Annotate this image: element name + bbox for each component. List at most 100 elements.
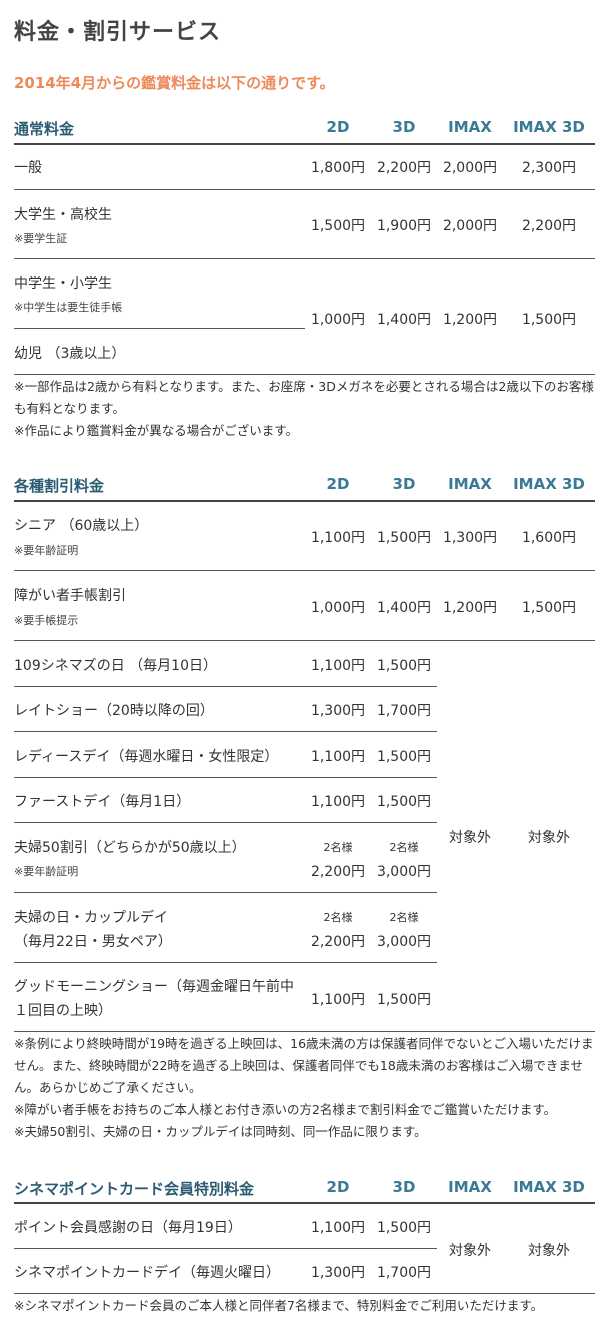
row-divider	[14, 570, 595, 571]
price-cell: 1,200円	[442, 312, 498, 328]
row-divider	[14, 892, 437, 893]
price-cell: 2,000円	[442, 160, 498, 176]
column-header-2d: 2D	[326, 475, 350, 493]
price-cell: 1,300円	[310, 1265, 366, 1281]
column-header-3d: 3D	[392, 1178, 416, 1196]
quantity-label: 2名様	[323, 911, 353, 924]
row-note: ※要学生証	[14, 232, 68, 245]
price-cell: 1,900円	[376, 218, 432, 234]
quantity-label: 2名様	[389, 841, 419, 854]
row-divider	[14, 1293, 595, 1294]
price-cell: 2,300円	[521, 160, 577, 176]
footnote: ※障がい者手帳をお持ちのご本人様とお付き添いの方2名様まで割引料金でご鑑賞いただ…	[14, 1102, 557, 1117]
price-cell: 1,100円	[310, 794, 366, 810]
price-cell: 2,200円	[521, 218, 577, 234]
price-cell: 3,000円	[376, 934, 432, 950]
row-label: 109シネマズの日 （毎月10日）	[14, 658, 217, 674]
row-divider	[14, 1248, 437, 1249]
row-label: 幼児 （3歳以上）	[14, 346, 126, 362]
column-header-imax-3d: IMAX 3D	[513, 118, 585, 136]
price-cell: 1,600円	[521, 530, 577, 546]
subtitle: 2014年4月からの鑑賞料金は以下の通りです。	[14, 74, 335, 92]
row-note: ※要年齢証明	[14, 544, 79, 557]
header-divider	[14, 500, 595, 502]
row-divider	[14, 189, 595, 190]
price-cell: 1,500円	[376, 1220, 432, 1236]
price-cell: 1,000円	[310, 600, 366, 616]
row-label: 夫婦50割引（どちらかが50歳以上）	[14, 840, 246, 856]
price-cell: 1,100円	[310, 1220, 366, 1236]
quantity-label: 2名様	[323, 841, 353, 854]
row-label: ファーストデイ（毎月1日）	[14, 794, 191, 810]
row-label: レイトショー（20時以降の回）	[14, 703, 214, 719]
price-cell: 1,000円	[310, 312, 366, 328]
column-header-2d: 2D	[326, 118, 350, 136]
row-label: シネマポイントカードデイ（毎週火曜日）	[14, 1265, 280, 1281]
header-divider	[14, 1202, 595, 1204]
section-title: 通常料金	[14, 120, 75, 138]
row-label: 夫婦の日・カップルデイ	[14, 910, 168, 926]
row-label: グッドモーニングショー（毎週金曜日午前中	[14, 979, 294, 995]
price-cell: 1,500円	[376, 749, 432, 765]
column-header-3d: 3D	[392, 475, 416, 493]
not-applicable-imax: 対象外	[449, 1243, 491, 1259]
price-cell: 1,800円	[310, 160, 366, 176]
row-label-line2: （毎月22日・男女ペア）	[14, 934, 172, 950]
price-cell: 2,200円	[310, 934, 366, 950]
price-cell: 1,700円	[376, 1265, 432, 1281]
price-cell: 1,300円	[442, 530, 498, 546]
header-divider	[14, 143, 595, 145]
row-label: ポイント会員感謝の日（毎月19日）	[14, 1220, 242, 1236]
row-divider	[14, 328, 305, 329]
price-cell: 1,100円	[310, 658, 366, 674]
price-cell: 2,200円	[310, 864, 366, 880]
row-note: ※要手帳提示	[14, 614, 79, 627]
row-note: ※要年齢証明	[14, 865, 79, 878]
row-label: シニア （60歳以上）	[14, 518, 149, 534]
column-header-imax: IMAX	[448, 118, 492, 136]
row-divider	[14, 686, 437, 687]
row-divider	[14, 1031, 595, 1032]
price-cell: 1,500円	[376, 530, 432, 546]
price-cell: 1,500円	[376, 658, 432, 674]
price-cell: 1,700円	[376, 703, 432, 719]
row-divider	[14, 822, 437, 823]
footnote: ※夫婦50割引、夫婦の日・カップルデイは同時刻、同一作品に限ります。	[14, 1124, 427, 1139]
row-note: ※中学生は要生徒手帳	[14, 301, 123, 314]
row-label: 大学生・高校生	[14, 207, 112, 223]
row-divider	[14, 731, 437, 732]
column-header-imax: IMAX	[448, 475, 492, 493]
page-title: 料金・割引サービス	[14, 20, 222, 45]
column-header-3d: 3D	[392, 118, 416, 136]
row-divider	[14, 258, 595, 259]
row-label: 一般	[14, 160, 42, 176]
price-cell: 1,500円	[521, 312, 577, 328]
footnote: ※作品により鑑賞料金が異なる場合がございます。	[14, 423, 298, 438]
row-divider	[14, 777, 437, 778]
footnote: ※条例により終映時間が19時を過ぎる上映回は、16歳未満の方は保護者同伴でないと…	[14, 1036, 594, 1095]
footnote: ※一部作品は2歳から有料となります。また、お座席・3Dメガネを必要とされる場合は…	[14, 379, 594, 416]
not-applicable-imax: 対象外	[449, 830, 491, 846]
quantity-label: 2名様	[389, 911, 419, 924]
column-header-imax-3d: IMAX 3D	[513, 1178, 585, 1196]
row-label: 中学生・小学生	[14, 276, 112, 292]
not-applicable-imax-3d: 対象外	[528, 1243, 570, 1259]
row-label: 障がい者手帳割引	[14, 588, 126, 604]
row-label-line2: １回目の上映）	[14, 1003, 112, 1019]
column-header-imax: IMAX	[448, 1178, 492, 1196]
row-divider	[14, 962, 437, 963]
price-cell: 1,200円	[442, 600, 498, 616]
price-cell: 2,000円	[442, 218, 498, 234]
footnote: ※シネマポイントカード会員のご本人様と同伴者7名様まで、特別料金でご利用いただけ…	[14, 1298, 544, 1313]
row-divider	[14, 374, 595, 375]
section-title: 各種割引料金	[14, 477, 105, 495]
section-title: シネマポイントカード会員特別料金	[14, 1180, 255, 1198]
row-divider	[14, 640, 595, 641]
price-cell: 1,500円	[376, 992, 432, 1008]
price-cell: 2,200円	[376, 160, 432, 176]
price-cell: 1,400円	[376, 600, 432, 616]
not-applicable-imax-3d: 対象外	[528, 830, 570, 846]
price-cell: 1,300円	[310, 703, 366, 719]
price-cell: 1,100円	[310, 530, 366, 546]
price-cell: 1,500円	[376, 794, 432, 810]
